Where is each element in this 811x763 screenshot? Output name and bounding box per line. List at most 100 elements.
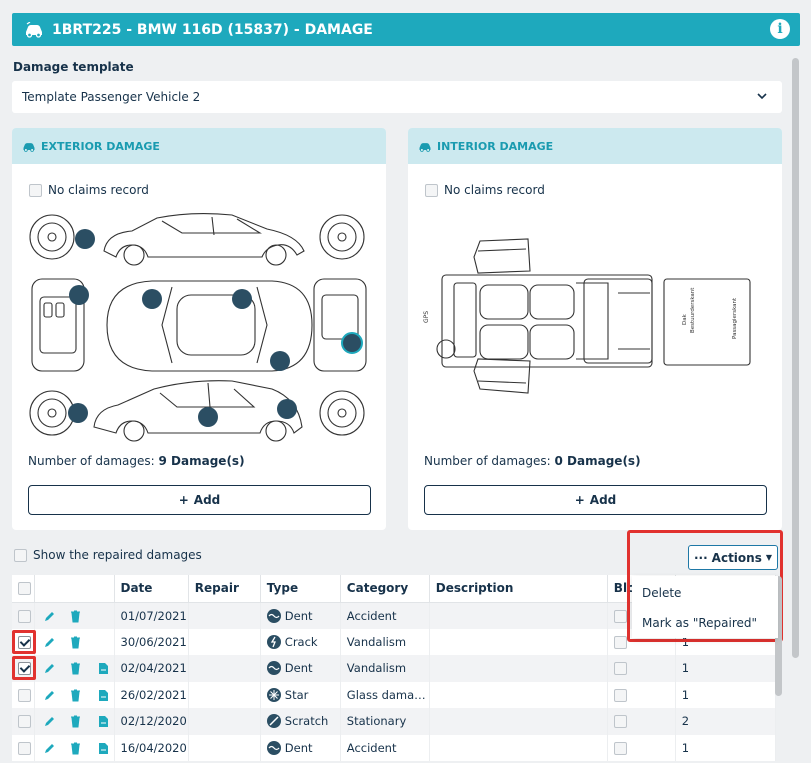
row-bloc-checkbox[interactable]	[613, 635, 627, 649]
row-bloc-checkbox[interactable]	[613, 688, 627, 702]
table-row[interactable]: 26/02/2021 Star Glass dama… 1	[12, 681, 776, 708]
row-checkbox[interactable]	[18, 609, 31, 623]
trash-icon[interactable]	[69, 662, 82, 675]
date-header[interactable]: Date	[114, 575, 189, 603]
row-checkbox[interactable]	[18, 688, 31, 702]
actions-button-label: Actions	[711, 550, 762, 565]
info-icon[interactable]: i	[770, 19, 790, 39]
row-quantity: 1	[675, 734, 776, 761]
menu-item-mark-repaired[interactable]: Mark as "Repaired"	[632, 610, 778, 636]
interior-add-button[interactable]: + Add	[424, 485, 767, 515]
interior-no-claims-checkbox[interactable]	[425, 183, 438, 197]
row-checkbox[interactable]	[18, 741, 31, 755]
page-scrollbar[interactable]	[792, 58, 799, 658]
plus-icon: +	[574, 493, 585, 507]
row-type: Dent	[260, 602, 341, 629]
trash-icon[interactable]	[69, 636, 82, 649]
row-repair	[188, 734, 261, 761]
trash-icon[interactable]	[69, 742, 82, 755]
pencil-icon[interactable]	[43, 662, 56, 675]
interior-no-claims-label: No claims record	[444, 183, 545, 197]
row-repair	[188, 655, 261, 682]
row-type-label: Dent	[284, 608, 313, 623]
interior-no-claims[interactable]: No claims record	[425, 183, 545, 197]
row-repair	[188, 628, 261, 655]
category-header[interactable]: Category	[340, 575, 430, 603]
exterior-damage-panel: EXTERIOR DAMAGE No claims record Number …	[12, 128, 386, 530]
highlight-box	[12, 630, 36, 654]
trash-icon[interactable]	[69, 610, 82, 623]
pencil-icon[interactable]	[43, 636, 56, 649]
exterior-vehicle-diagram[interactable]	[22, 203, 372, 443]
row-bloc[interactable]	[607, 734, 676, 761]
pencil-icon[interactable]	[43, 610, 56, 623]
interior-damage-count: Number of damages: 0 Damage(s)	[424, 454, 641, 468]
row-quantity: 1	[675, 681, 776, 708]
actions-menu: Delete Mark as "Repaired"	[632, 576, 778, 638]
menu-item-delete[interactable]: Delete	[632, 580, 778, 606]
row-bloc-checkbox[interactable]	[613, 609, 627, 623]
row-bloc[interactable]	[607, 708, 676, 735]
damage-type-icon	[266, 661, 281, 676]
table-row[interactable]: 02/04/2021 Dent Vandalism 1	[12, 655, 776, 682]
file-icon[interactable]	[98, 689, 109, 702]
row-checkbox[interactable]	[18, 715, 31, 729]
row-bloc-checkbox[interactable]	[613, 662, 627, 676]
interior-add-label: Add	[589, 493, 617, 507]
description-header[interactable]: Description	[429, 575, 608, 603]
trash-icon[interactable]	[69, 715, 82, 728]
type-header[interactable]: Type	[260, 575, 341, 603]
show-repaired-toggle[interactable]: Show the repaired damages	[14, 548, 202, 562]
table-row[interactable]: 02/12/2020 Scratch Stationary 2	[12, 708, 776, 735]
exterior-no-claims-checkbox[interactable]	[29, 183, 42, 197]
row-select-cell[interactable]	[12, 602, 35, 629]
highlight-box	[12, 656, 36, 680]
row-category: Vandalism	[340, 655, 430, 682]
row-type-label: Dent	[284, 740, 313, 755]
repair-header[interactable]: Repair	[188, 575, 261, 603]
row-select-cell[interactable]	[12, 681, 35, 708]
row-bloc[interactable]	[607, 655, 676, 682]
select-all-checkbox[interactable]	[18, 582, 31, 596]
row-type: Dent	[260, 655, 341, 682]
template-label: Damage template	[13, 60, 134, 74]
file-icon[interactable]	[98, 715, 109, 728]
damage-type-icon	[266, 714, 281, 729]
table-row[interactable]: 16/04/2020 Dent Accident 1	[12, 734, 776, 761]
file-icon[interactable]	[98, 742, 109, 755]
caret-down-icon: ▼	[765, 553, 773, 562]
exterior-damage-count: Number of damages: 9 Damage(s)	[28, 454, 245, 468]
row-bloc-checkbox[interactable]	[613, 741, 627, 755]
row-date: 26/02/2021	[114, 681, 189, 708]
row-date: 02/12/2020	[114, 708, 189, 735]
template-value: Template Passenger Vehicle 2	[22, 90, 201, 104]
row-bloc[interactable]	[607, 681, 676, 708]
row-category: Stationary	[340, 708, 430, 735]
exterior-no-claims[interactable]: No claims record	[29, 183, 149, 197]
row-description	[429, 708, 608, 735]
interior-gps-label: GPS	[423, 311, 430, 323]
exterior-damage-count-label: Number of damages:	[28, 454, 159, 468]
interior-bestuurderskant-label: Bestuurderskant	[690, 287, 696, 333]
pencil-icon[interactable]	[43, 742, 56, 755]
row-actions-cell	[34, 734, 115, 761]
row-category: Vandalism	[340, 628, 430, 655]
row-type: Dent	[260, 734, 341, 761]
exterior-add-button[interactable]: + Add	[28, 485, 371, 515]
row-actions-cell	[34, 708, 115, 735]
row-bloc-checkbox[interactable]	[613, 715, 627, 729]
exterior-damage-title: EXTERIOR DAMAGE	[41, 139, 160, 153]
row-select-cell[interactable]	[12, 734, 35, 761]
pencil-icon[interactable]	[43, 689, 56, 702]
row-select-cell[interactable]	[12, 708, 35, 735]
show-repaired-checkbox[interactable]	[14, 548, 27, 562]
interior-dak-label: Dak	[682, 313, 688, 325]
trash-icon[interactable]	[69, 689, 82, 702]
pencil-icon[interactable]	[43, 715, 56, 728]
interior-vehicle-diagram[interactable]: GPS Dak Bestuurderskant Passagierskant	[418, 203, 768, 443]
select-all-header[interactable]	[12, 575, 35, 603]
actions-button[interactable]: ··· Actions ▼	[688, 545, 778, 570]
template-select[interactable]: Template Passenger Vehicle 2	[12, 81, 782, 113]
damage-type-icon	[266, 687, 281, 702]
file-icon[interactable]	[98, 662, 109, 675]
